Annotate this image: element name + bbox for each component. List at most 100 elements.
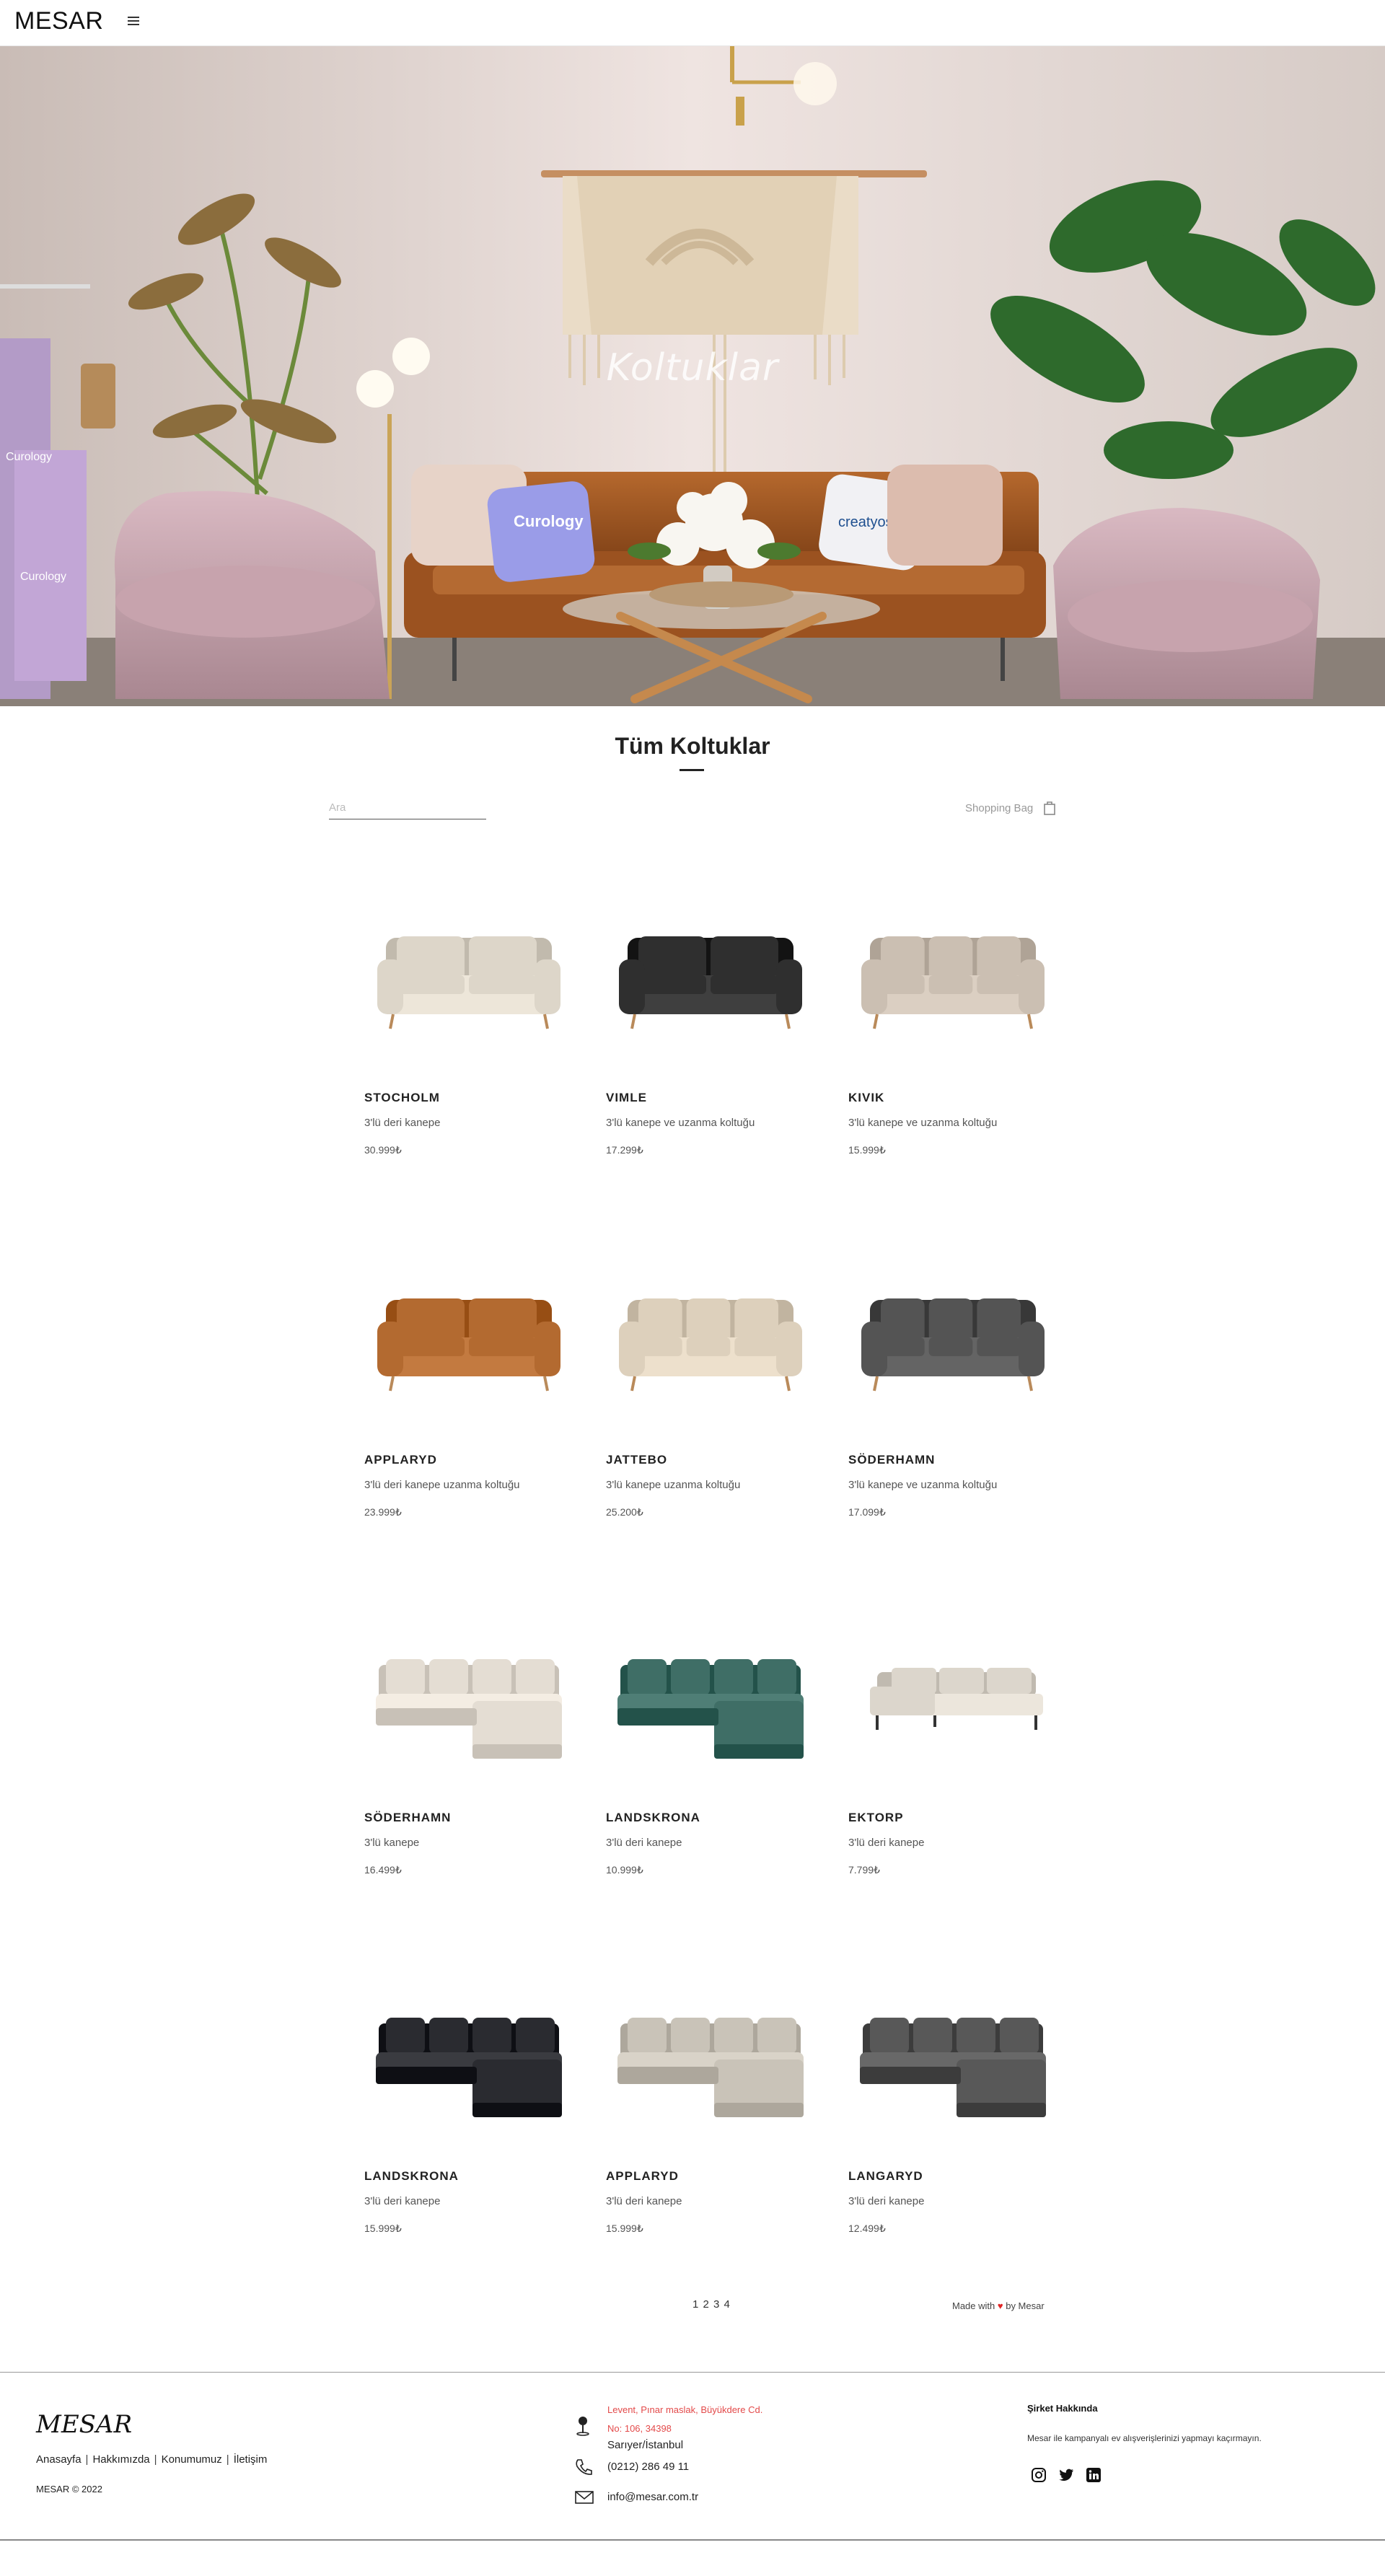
product-price: 16.499₺ bbox=[364, 1864, 402, 1876]
product-card[interactable]: LANDSKRONA 3'lü deri kanepe 15.999₺ bbox=[364, 1973, 573, 2247]
page-link-2[interactable]: 2 bbox=[703, 2298, 709, 2311]
product-description: 3'lü deri kanepe bbox=[848, 1837, 925, 1849]
product-price: 17.099₺ bbox=[848, 1506, 886, 1518]
product-description: 3'lü deri kanepe bbox=[364, 2195, 441, 2207]
email-link[interactable]: info@mesar.com.tr bbox=[607, 2491, 698, 2503]
about-text: Mesar ile kampanyalı ev alışverişleriniz… bbox=[1027, 2433, 1262, 2443]
product-card[interactable]: LANGARYD 3'lü deri kanepe 12.499₺ bbox=[848, 1973, 1058, 2247]
footer-link-location[interactable]: Konumumuz bbox=[162, 2453, 222, 2466]
product-name[interactable]: SÖDERHAMN bbox=[848, 1453, 935, 1467]
product-name[interactable]: LANGARYD bbox=[848, 2169, 923, 2184]
product-image[interactable] bbox=[606, 1973, 815, 2139]
hero-title: Koltuklar bbox=[606, 346, 779, 390]
twitter-icon[interactable] bbox=[1058, 2466, 1075, 2484]
product-card[interactable]: LANDSKRONA 3'lü deri kanepe 10.999₺ bbox=[606, 1614, 815, 1889]
product-image[interactable] bbox=[606, 894, 815, 1060]
page-link-3[interactable]: 3 bbox=[713, 2298, 719, 2311]
footer-link-contact[interactable]: İletişim bbox=[234, 2453, 268, 2466]
product-description: 3'lü deri kanepe bbox=[606, 1837, 682, 1849]
product-card[interactable]: KIVIK 3'lü kanepe ve uzanma koltuğu 15.999… bbox=[848, 894, 1058, 1169]
heart-icon: ♥ bbox=[997, 2300, 1003, 2311]
address-line-1: Levent, Pınar maslak, Büyükdere Cd. bbox=[607, 2404, 763, 2415]
product-name[interactable]: EKTORP bbox=[848, 1811, 904, 1825]
product-name[interactable]: STOCHOLM bbox=[364, 1091, 440, 1105]
link-separator: | bbox=[226, 2453, 229, 2466]
copyright: MESAR © 2022 bbox=[36, 2484, 102, 2494]
location-pin-icon bbox=[576, 2417, 589, 2436]
shopping-bag-button[interactable]: Shopping Bag bbox=[965, 799, 1059, 818]
product-card[interactable]: VIMLE 3'lü kanepe ve uzanma koltuğu 17.299… bbox=[606, 894, 815, 1169]
product-name[interactable]: SÖDERHAMN bbox=[364, 1811, 451, 1825]
product-image[interactable] bbox=[364, 1614, 573, 1780]
product-price: 25.200₺ bbox=[606, 1506, 643, 1518]
footer-links: Anasayfa | Hakkımızda | Konumumuz | İletişim bbox=[36, 2453, 267, 2466]
instagram-icon[interactable] bbox=[1030, 2466, 1047, 2484]
product-description: 3'lü kanepe bbox=[364, 1837, 420, 1849]
email-icon bbox=[575, 2491, 594, 2504]
product-card[interactable]: JATTEBO 3'lü kanepe uzanma koltuğu 25.200₺ bbox=[606, 1257, 815, 1531]
product-image[interactable] bbox=[848, 1257, 1058, 1423]
product-description: 3'lü deri kanepe bbox=[848, 2195, 925, 2207]
product-card[interactable]: SÖDERHAMN 3'lü kanepe 16.499₺ bbox=[364, 1614, 573, 1889]
product-price: 15.999₺ bbox=[364, 2223, 402, 2234]
address-line-3: Sarıyer/İstanbul bbox=[607, 2439, 684, 2451]
product-name[interactable]: LANDSKRONA bbox=[364, 2169, 459, 2184]
product-price: 17.299₺ bbox=[606, 1144, 643, 1156]
product-price: 7.799₺ bbox=[848, 1864, 880, 1876]
product-name[interactable]: LANDSKRONA bbox=[606, 1811, 700, 1825]
phone-icon bbox=[576, 2459, 592, 2475]
shopping-bag-icon bbox=[1044, 801, 1055, 815]
product-name[interactable]: KIVIK bbox=[848, 1091, 884, 1105]
footer-link-about[interactable]: Hakkımızda bbox=[92, 2453, 149, 2466]
product-name[interactable]: JATTEBO bbox=[606, 1453, 667, 1467]
footer-bottom-border bbox=[0, 2539, 1385, 2541]
title-underline bbox=[680, 769, 704, 771]
product-name[interactable]: VIMLE bbox=[606, 1091, 647, 1105]
product-description: 3'lü kanepe ve uzanma koltuğu bbox=[848, 1117, 998, 1129]
shopping-bag-label: Shopping Bag bbox=[965, 802, 1034, 814]
linkedin-icon[interactable] bbox=[1085, 2466, 1102, 2484]
hamburger-menu-icon[interactable] bbox=[124, 12, 143, 30]
product-description: 3'lü deri kanepe bbox=[364, 1117, 441, 1129]
product-image[interactable] bbox=[606, 1614, 815, 1780]
product-card[interactable]: APPLARYD 3'lü deri kanepe 15.999₺ bbox=[606, 1973, 815, 2247]
product-price: 15.999₺ bbox=[848, 1144, 886, 1156]
page-link-1[interactable]: 1 bbox=[692, 2298, 698, 2311]
brand-logo[interactable]: MESAR bbox=[14, 7, 103, 35]
product-image[interactable] bbox=[848, 894, 1058, 1060]
about-title: Şirket Hakkında bbox=[1027, 2403, 1098, 2414]
product-price: 10.999₺ bbox=[606, 1864, 643, 1876]
page-link-4[interactable]: 4 bbox=[724, 2298, 730, 2311]
product-image[interactable] bbox=[364, 1973, 573, 2139]
hero-banner: Curology Curology Curology creatyoskin K… bbox=[0, 46, 1385, 706]
product-image[interactable] bbox=[364, 1257, 573, 1423]
pagination: 1 2 3 4 bbox=[692, 2298, 731, 2311]
product-image[interactable] bbox=[848, 1973, 1058, 2139]
address-line-2: No: 106, 34398 bbox=[607, 2423, 672, 2434]
phone-number: (0212) 286 49 11 bbox=[607, 2461, 690, 2473]
product-image[interactable] bbox=[848, 1614, 1058, 1780]
product-description: 3'lü kanepe ve uzanma koltuğu bbox=[848, 1479, 998, 1491]
towel-text: Curology bbox=[20, 571, 66, 583]
link-separator: | bbox=[85, 2453, 89, 2466]
product-price: 23.999₺ bbox=[364, 1506, 402, 1518]
product-price: 12.499₺ bbox=[848, 2223, 886, 2234]
product-card[interactable]: SÖDERHAMN 3'lü kanepe ve uzanma koltuğu 17… bbox=[848, 1257, 1058, 1531]
product-image[interactable] bbox=[606, 1257, 815, 1423]
product-name[interactable]: APPLARYD bbox=[364, 1453, 437, 1467]
product-card[interactable]: EKTORP 3'lü deri kanepe 7.799₺ bbox=[848, 1614, 1058, 1889]
product-description: 3'lü kanepe ve uzanma koltuğu bbox=[606, 1117, 755, 1129]
product-description: 3'lü kanepe uzanma koltuğu bbox=[606, 1479, 741, 1491]
product-price: 30.999₺ bbox=[364, 1144, 402, 1156]
product-card[interactable]: STOCHOLM 3'lü deri kanepe 30.999₺ bbox=[364, 894, 573, 1169]
footer-link-home[interactable]: Anasayfa bbox=[36, 2453, 82, 2466]
product-image[interactable] bbox=[364, 894, 573, 1060]
pillow-text: Curology bbox=[514, 512, 584, 530]
made-with-suffix: by Mesar bbox=[1006, 2300, 1045, 2311]
search-input[interactable] bbox=[329, 796, 486, 819]
product-card[interactable]: APPLARYD 3'lü deri kanepe uzanma koltuğu 2… bbox=[364, 1257, 573, 1531]
product-description: 3'lü deri kanepe bbox=[606, 2195, 682, 2207]
towel-text: Curology bbox=[6, 451, 52, 463]
footer-logo[interactable]: MESAR bbox=[36, 2410, 132, 2439]
product-name[interactable]: APPLARYD bbox=[606, 2169, 679, 2184]
